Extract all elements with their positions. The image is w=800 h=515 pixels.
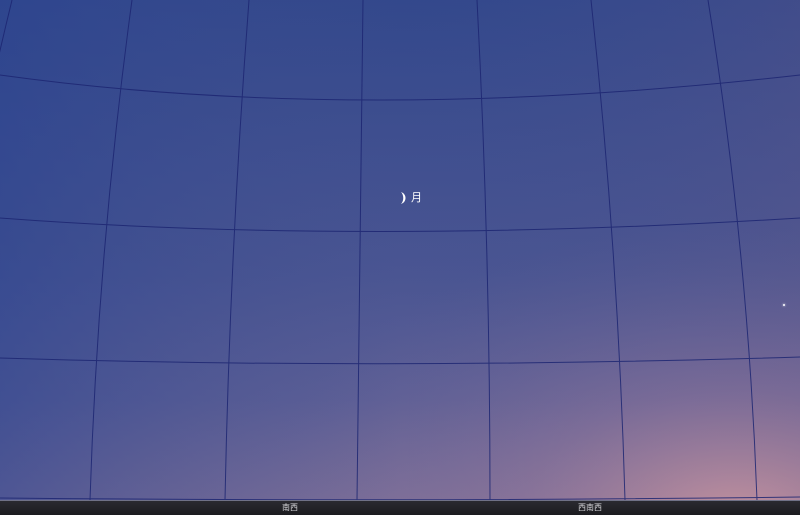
planetarium-view[interactable]: 月 南西 西南西	[0, 0, 800, 515]
moon-label: 月	[411, 191, 422, 204]
direction-label-southwest: 南西	[282, 503, 298, 512]
star[interactable]	[783, 304, 785, 306]
moon-marker[interactable]: 月	[398, 191, 422, 205]
direction-label-west-southwest: 西南西	[578, 503, 602, 512]
horizon-direction-bar: 南西 西南西	[0, 500, 800, 515]
crescent-moon-icon	[401, 192, 406, 204]
sky-view[interactable]	[0, 0, 800, 500]
twilight-glow	[0, 0, 800, 500]
